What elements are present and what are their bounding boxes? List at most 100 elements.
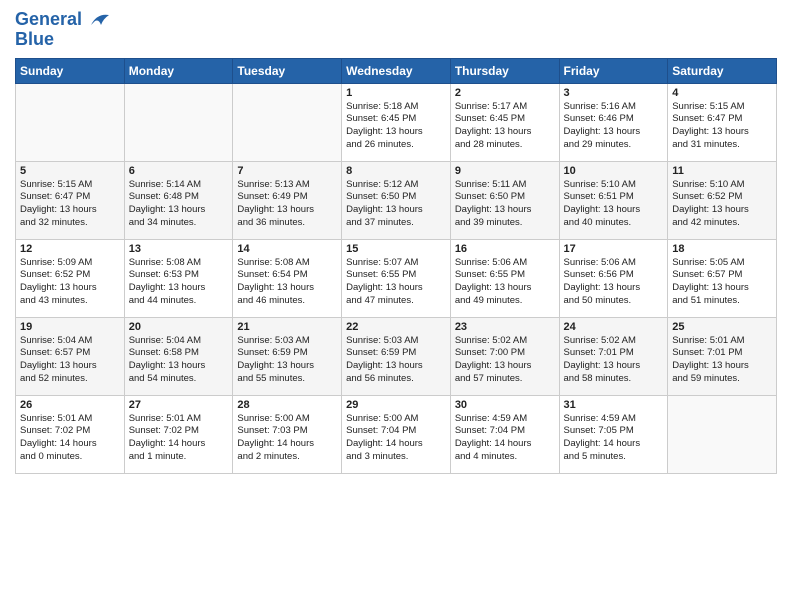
- calendar-week-row: 5 Sunrise: 5:15 AM Sunset: 6:47 PM Daylig…: [16, 161, 777, 239]
- day-number: 4: [672, 87, 772, 99]
- day-number: 16: [455, 243, 555, 255]
- calendar-week-row: 26Sunrise: 5:01 AM Sunset: 7:02 PM Dayli…: [16, 395, 777, 473]
- day-number: 5: [20, 165, 120, 177]
- day-number: 12: [20, 243, 120, 255]
- day-sun-info: Sunrise: 5:06 AM Sunset: 6:56 PM Dayligh…: [564, 257, 664, 308]
- calendar-day-cell: 14 Sunrise: 5:08 AM Sunset: 6:54 PM Dayli…: [233, 239, 342, 317]
- calendar-day-cell: 6Sunrise: 5:14 AM Sunset: 6:48 PM Daylig…: [124, 161, 233, 239]
- calendar-day-cell: 16 Sunrise: 5:06 AM Sunset: 6:55 PM Dayli…: [450, 239, 559, 317]
- day-sun-info: Sunrise: 5:07 AM Sunset: 6:55 PM Dayligh…: [346, 257, 446, 308]
- day-number: 3: [564, 87, 664, 99]
- day-number: 29: [346, 399, 446, 411]
- calendar-day-cell: 20 Sunrise: 5:04 AM Sunset: 6:58 PM Dayli…: [124, 317, 233, 395]
- day-number: 28: [237, 399, 337, 411]
- day-number: 26: [20, 399, 120, 411]
- calendar-day-cell: 17Sunrise: 5:06 AM Sunset: 6:56 PM Dayli…: [559, 239, 668, 317]
- day-sun-info: Sunrise: 4:59 AM Sunset: 7:04 PM Dayligh…: [455, 413, 555, 464]
- calendar-day-cell: 25 Sunrise: 5:01 AM Sunset: 7:01 PM Dayli…: [668, 317, 777, 395]
- calendar-day-cell: 31 Sunrise: 4:59 AM Sunset: 7:05 PM Dayli…: [559, 395, 668, 473]
- day-number: 19: [20, 321, 120, 333]
- weekday-header-cell: Wednesday: [342, 58, 451, 83]
- weekday-header-cell: Tuesday: [233, 58, 342, 83]
- header: General Blue: [15, 10, 777, 50]
- day-sun-info: Sunrise: 5:03 AM Sunset: 6:59 PM Dayligh…: [237, 335, 337, 386]
- day-number: 2: [455, 87, 555, 99]
- logo-bird-icon: [89, 11, 111, 29]
- weekday-header-cell: Sunday: [16, 58, 125, 83]
- day-number: 6: [129, 165, 229, 177]
- day-sun-info: Sunrise: 5:16 AM Sunset: 6:46 PM Dayligh…: [564, 101, 664, 152]
- day-number: 20: [129, 321, 229, 333]
- day-sun-info: Sunrise: 5:00 AM Sunset: 7:03 PM Dayligh…: [237, 413, 337, 464]
- day-sun-info: Sunrise: 5:00 AM Sunset: 7:04 PM Dayligh…: [346, 413, 446, 464]
- day-sun-info: Sunrise: 5:17 AM Sunset: 6:45 PM Dayligh…: [455, 101, 555, 152]
- calendar-day-cell: 30 Sunrise: 4:59 AM Sunset: 7:04 PM Dayli…: [450, 395, 559, 473]
- weekday-header-cell: Thursday: [450, 58, 559, 83]
- day-number: 8: [346, 165, 446, 177]
- day-number: 24: [564, 321, 664, 333]
- calendar-day-cell: 12Sunrise: 5:09 AM Sunset: 6:52 PM Dayli…: [16, 239, 125, 317]
- calendar-day-cell: 9 Sunrise: 5:11 AM Sunset: 6:50 PM Daylig…: [450, 161, 559, 239]
- calendar-day-cell: 7 Sunrise: 5:13 AM Sunset: 6:49 PM Daylig…: [233, 161, 342, 239]
- calendar-day-cell: [233, 83, 342, 161]
- day-number: 14: [237, 243, 337, 255]
- day-number: 30: [455, 399, 555, 411]
- day-number: 10: [564, 165, 664, 177]
- day-sun-info: Sunrise: 5:08 AM Sunset: 6:54 PM Dayligh…: [237, 257, 337, 308]
- calendar-day-cell: 22Sunrise: 5:03 AM Sunset: 6:59 PM Dayli…: [342, 317, 451, 395]
- calendar-day-cell: [16, 83, 125, 161]
- calendar-day-cell: 5 Sunrise: 5:15 AM Sunset: 6:47 PM Daylig…: [16, 161, 125, 239]
- day-number: 27: [129, 399, 229, 411]
- calendar-body: 1Sunrise: 5:18 AM Sunset: 6:45 PM Daylig…: [16, 83, 777, 473]
- day-sun-info: Sunrise: 5:08 AM Sunset: 6:53 PM Dayligh…: [129, 257, 229, 308]
- weekday-header-row: SundayMondayTuesdayWednesdayThursdayFrid…: [16, 58, 777, 83]
- calendar-day-cell: 11Sunrise: 5:10 AM Sunset: 6:52 PM Dayli…: [668, 161, 777, 239]
- day-sun-info: Sunrise: 5:12 AM Sunset: 6:50 PM Dayligh…: [346, 179, 446, 230]
- logo: General Blue: [15, 10, 111, 50]
- day-number: 18: [672, 243, 772, 255]
- calendar-table: SundayMondayTuesdayWednesdayThursdayFrid…: [15, 58, 777, 474]
- calendar-day-cell: 23Sunrise: 5:02 AM Sunset: 7:00 PM Dayli…: [450, 317, 559, 395]
- day-sun-info: Sunrise: 5:06 AM Sunset: 6:55 PM Dayligh…: [455, 257, 555, 308]
- calendar-day-cell: 27Sunrise: 5:01 AM Sunset: 7:02 PM Dayli…: [124, 395, 233, 473]
- day-number: 1: [346, 87, 446, 99]
- day-number: 31: [564, 399, 664, 411]
- calendar-container: General Blue SundayMondayTuesdayWednesda…: [0, 0, 792, 484]
- calendar-day-cell: 2 Sunrise: 5:17 AM Sunset: 6:45 PM Daylig…: [450, 83, 559, 161]
- calendar-day-cell: 13 Sunrise: 5:08 AM Sunset: 6:53 PM Dayli…: [124, 239, 233, 317]
- calendar-day-cell: [668, 395, 777, 473]
- day-sun-info: Sunrise: 5:02 AM Sunset: 7:01 PM Dayligh…: [564, 335, 664, 386]
- calendar-day-cell: 10 Sunrise: 5:10 AM Sunset: 6:51 PM Dayli…: [559, 161, 668, 239]
- day-number: 21: [237, 321, 337, 333]
- calendar-day-cell: 15 Sunrise: 5:07 AM Sunset: 6:55 PM Dayli…: [342, 239, 451, 317]
- weekday-header-cell: Saturday: [668, 58, 777, 83]
- calendar-day-cell: 4Sunrise: 5:15 AM Sunset: 6:47 PM Daylig…: [668, 83, 777, 161]
- calendar-week-row: 19 Sunrise: 5:04 AM Sunset: 6:57 PM Dayli…: [16, 317, 777, 395]
- weekday-header-cell: Friday: [559, 58, 668, 83]
- day-sun-info: Sunrise: 4:59 AM Sunset: 7:05 PM Dayligh…: [564, 413, 664, 464]
- day-sun-info: Sunrise: 5:02 AM Sunset: 7:00 PM Dayligh…: [455, 335, 555, 386]
- day-number: 7: [237, 165, 337, 177]
- day-number: 11: [672, 165, 772, 177]
- calendar-day-cell: 21 Sunrise: 5:03 AM Sunset: 6:59 PM Dayli…: [233, 317, 342, 395]
- day-sun-info: Sunrise: 5:15 AM Sunset: 6:47 PM Dayligh…: [20, 179, 120, 230]
- calendar-day-cell: 19 Sunrise: 5:04 AM Sunset: 6:57 PM Dayli…: [16, 317, 125, 395]
- day-sun-info: Sunrise: 5:04 AM Sunset: 6:57 PM Dayligh…: [20, 335, 120, 386]
- calendar-day-cell: 28 Sunrise: 5:00 AM Sunset: 7:03 PM Dayli…: [233, 395, 342, 473]
- day-sun-info: Sunrise: 5:01 AM Sunset: 7:01 PM Dayligh…: [672, 335, 772, 386]
- day-sun-info: Sunrise: 5:05 AM Sunset: 6:57 PM Dayligh…: [672, 257, 772, 308]
- logo-general: General: [15, 10, 111, 30]
- day-sun-info: Sunrise: 5:03 AM Sunset: 6:59 PM Dayligh…: [346, 335, 446, 386]
- logo-blue: Blue: [15, 30, 111, 50]
- calendar-day-cell: 24 Sunrise: 5:02 AM Sunset: 7:01 PM Dayli…: [559, 317, 668, 395]
- day-number: 13: [129, 243, 229, 255]
- day-sun-info: Sunrise: 5:13 AM Sunset: 6:49 PM Dayligh…: [237, 179, 337, 230]
- day-number: 9: [455, 165, 555, 177]
- day-number: 15: [346, 243, 446, 255]
- day-sun-info: Sunrise: 5:04 AM Sunset: 6:58 PM Dayligh…: [129, 335, 229, 386]
- day-sun-info: Sunrise: 5:11 AM Sunset: 6:50 PM Dayligh…: [455, 179, 555, 230]
- calendar-week-row: 1Sunrise: 5:18 AM Sunset: 6:45 PM Daylig…: [16, 83, 777, 161]
- day-sun-info: Sunrise: 5:10 AM Sunset: 6:51 PM Dayligh…: [564, 179, 664, 230]
- day-number: 25: [672, 321, 772, 333]
- calendar-week-row: 12Sunrise: 5:09 AM Sunset: 6:52 PM Dayli…: [16, 239, 777, 317]
